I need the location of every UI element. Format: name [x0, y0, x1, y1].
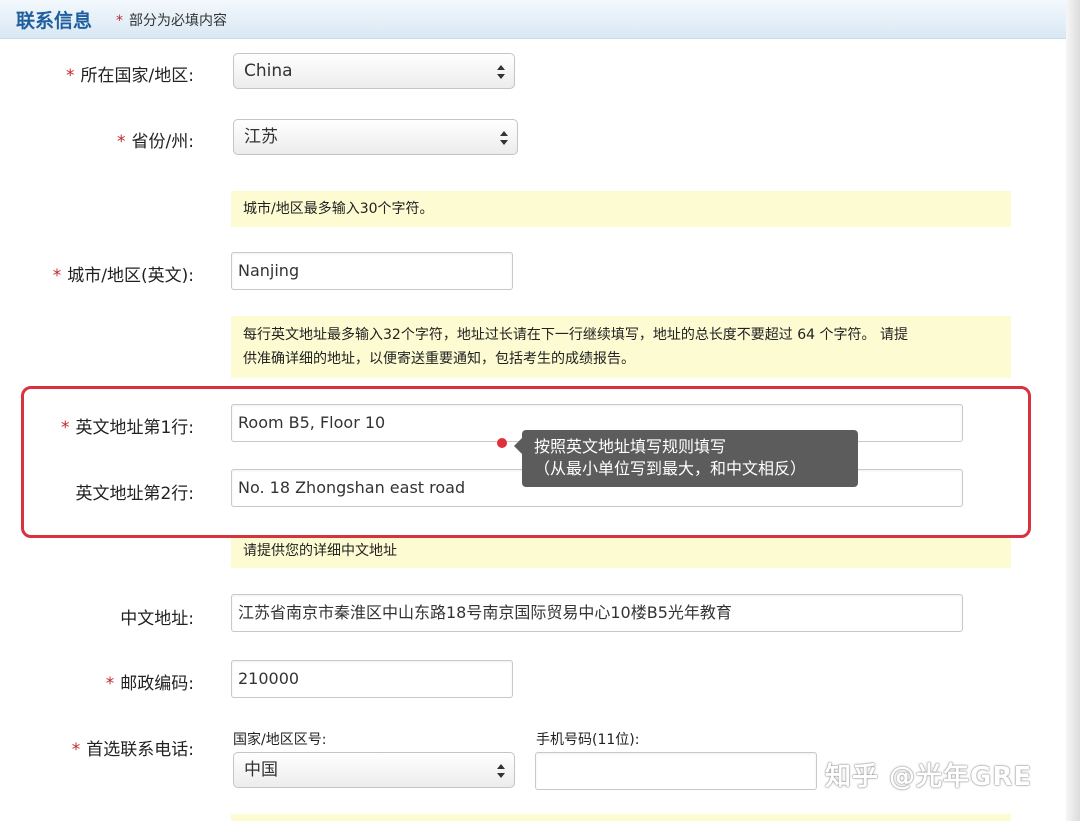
city-hint: 城市/地区最多输入30个字符。: [231, 191, 1011, 227]
address-hint: 每行英文地址最多输入32个字符，地址过长请在下一行继续填写，地址的总长度不要超过…: [231, 316, 1011, 378]
select-arrows-icon: [497, 65, 505, 79]
chinese-address-hint: 请提供您的详细中文地址: [231, 538, 1011, 568]
watermark: 知乎 @光年GRE: [825, 762, 1033, 792]
select-arrows-icon: [500, 131, 508, 145]
chinese-address-input[interactable]: 江苏省南京市秦淮区中山东路18号南京国际贸易中心10楼B5光年教育: [231, 594, 963, 632]
postal-label: * 邮政编码:: [105, 674, 194, 694]
phone-label: * 首选联系电话:: [71, 740, 194, 760]
city-label: * 城市/地区(英文):: [52, 266, 194, 286]
province-label: * 省份/州:: [117, 132, 194, 152]
page-edge: [1066, 0, 1080, 821]
address-tooltip: 按照英文地址填写规则填写 （从最小单位写到最大，和中文相反）: [514, 430, 858, 487]
chinese-address-label: 中文地址:: [120, 609, 194, 629]
country-code-select[interactable]: 中国: [233, 752, 515, 788]
section-header: 联系信息 * 部分为必填内容: [0, 0, 1068, 39]
country-code-label: 国家/地区区号:: [233, 732, 327, 748]
tooltip-anchor-dot: [497, 438, 507, 448]
next-hint-strip: [231, 814, 1011, 821]
section-title: 联系信息: [16, 10, 93, 32]
province-select[interactable]: 江苏: [233, 119, 518, 155]
mobile-input[interactable]: [535, 752, 817, 790]
country-label: * 所在国家/地区:: [66, 66, 194, 86]
country-select[interactable]: China: [233, 53, 515, 89]
select-arrows-icon: [497, 764, 505, 778]
city-input[interactable]: Nanjing: [231, 252, 513, 290]
required-note: * 部分为必填内容: [116, 13, 227, 29]
postal-input[interactable]: 210000: [231, 660, 513, 698]
mobile-label: 手机号码(11位):: [536, 732, 640, 748]
